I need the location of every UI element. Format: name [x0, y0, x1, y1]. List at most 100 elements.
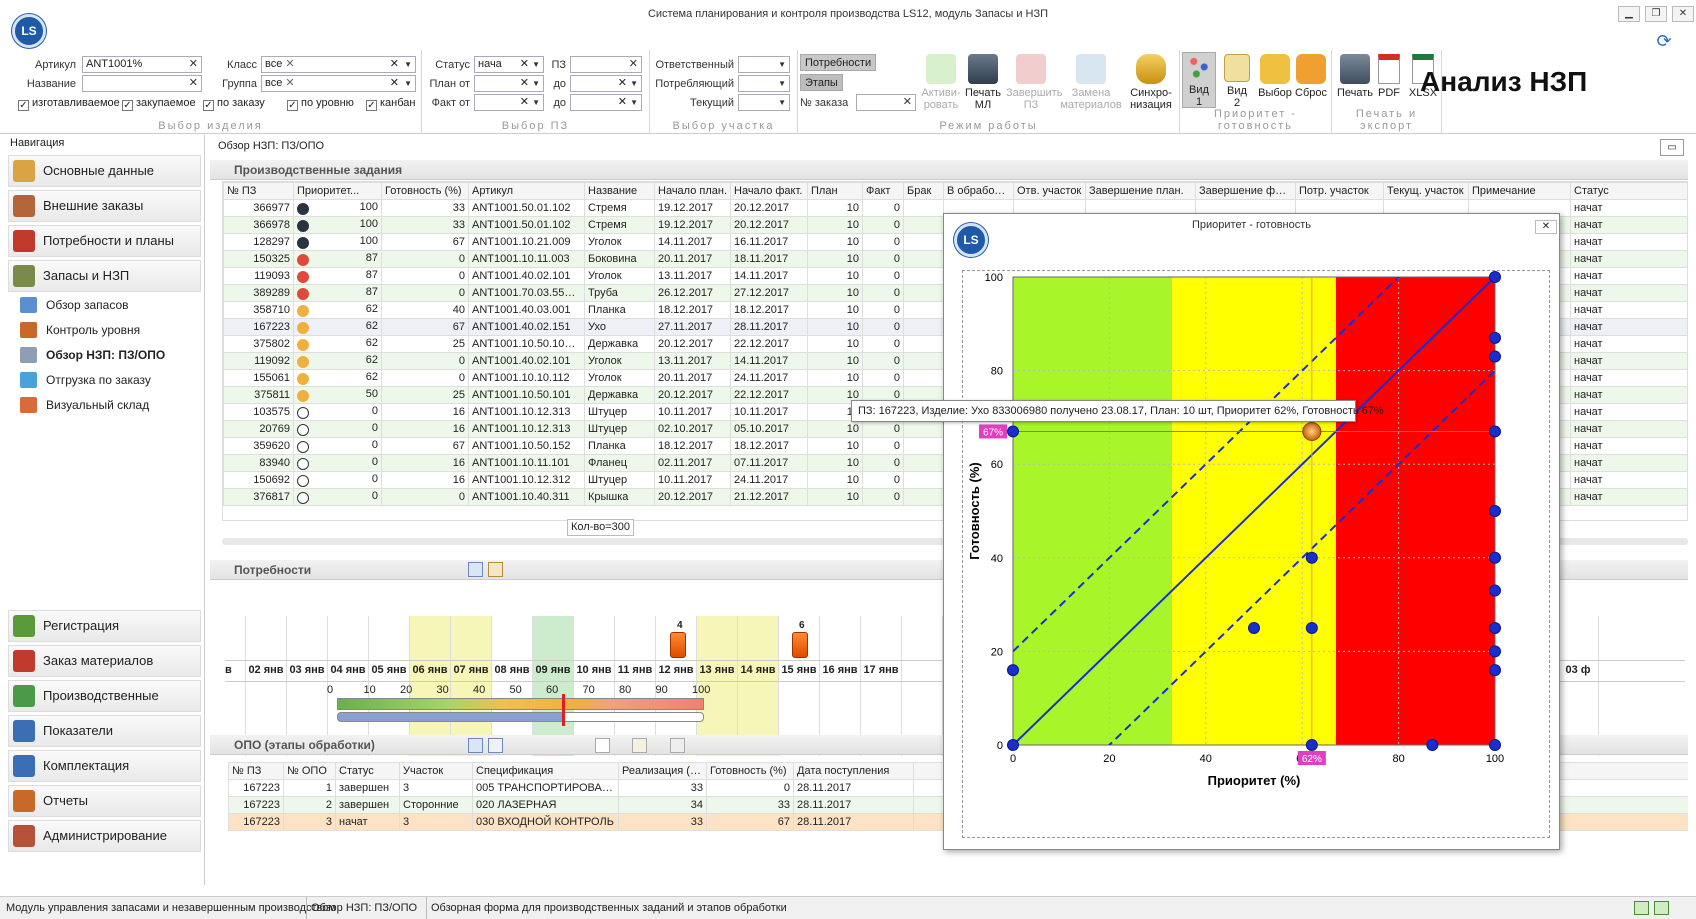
checkbox-by-order[interactable]: ✓ по заказу: [203, 97, 265, 111]
column-header[interactable]: Начало факт.: [730, 182, 808, 200]
nazv-input[interactable]: ✕: [82, 75, 202, 92]
data-point[interactable]: [1489, 425, 1501, 438]
column-header[interactable]: Примечание: [1468, 182, 1571, 200]
column-header[interactable]: Начало план.: [654, 182, 731, 200]
column-header[interactable]: Факт: [862, 182, 904, 200]
maximize-button[interactable]: ❐: [1645, 6, 1667, 22]
data-point[interactable]: [1426, 739, 1439, 751]
clear-icon[interactable]: ✕: [189, 76, 198, 91]
data-point[interactable]: [1489, 664, 1501, 677]
nav-subitem-3[interactable]: Отгрузка по заказу: [20, 368, 200, 392]
finish-pz-button[interactable]: Завершить ПЗ: [1006, 54, 1062, 111]
replace-materials-button[interactable]: Замена материалов: [1060, 54, 1122, 111]
checkbox-manufactured[interactable]: ✓ изготавливаемое: [18, 97, 120, 111]
nav-bottom-item-1[interactable]: Заказ материалов: [8, 645, 201, 677]
nav-bottom-item-3[interactable]: Показатели результативности: [8, 715, 201, 768]
artikul-input[interactable]: ANT1001% ✕: [82, 56, 202, 73]
current-select[interactable]: ▼: [738, 94, 790, 111]
data-point[interactable]: [1007, 739, 1019, 751]
nav-bottom-item-5[interactable]: Отчеты: [8, 785, 201, 817]
column-header[interactable]: Брак: [903, 182, 944, 200]
column-header[interactable]: Потр. участок: [1295, 182, 1384, 200]
checkbox-purchased[interactable]: ✓ закупаемое: [122, 97, 196, 111]
data-point[interactable]: [1489, 271, 1501, 283]
edit-icon[interactable]: [632, 738, 647, 753]
nav-item-1[interactable]: Внешние заказы: [8, 190, 201, 222]
column-header[interactable]: Отв. участок: [1013, 182, 1086, 200]
nav-subitem-0[interactable]: Обзор запасов: [20, 293, 200, 317]
column-header[interactable]: № ОПО: [283, 762, 336, 780]
column-header[interactable]: Завершение факт.: [1195, 182, 1296, 200]
column-header[interactable]: Реализация (%): [618, 762, 707, 780]
column-header[interactable]: План: [807, 182, 863, 200]
column-header[interactable]: № ПЗ: [228, 762, 284, 780]
data-point[interactable]: [1305, 739, 1318, 751]
highlighted-point[interactable]: [1302, 421, 1322, 441]
data-point[interactable]: [1007, 425, 1019, 438]
column-header[interactable]: Приоритет...: [293, 182, 382, 200]
data-point[interactable]: [1489, 551, 1501, 564]
nav-bottom-item-2[interactable]: Производственные участки: [8, 680, 201, 733]
need-marker-icon[interactable]: [792, 632, 808, 658]
column-header[interactable]: Участок: [399, 762, 473, 780]
need-marker-icon[interactable]: [670, 632, 686, 658]
checkbox-kanban[interactable]: ✓ канбан: [366, 97, 416, 111]
select-button[interactable]: Выбор: [1256, 54, 1294, 99]
reset-button[interactable]: Сброс: [1292, 54, 1330, 99]
chart-view-icon[interactable]: [488, 562, 503, 577]
checkbox-by-level[interactable]: ✓ по уровню: [287, 97, 354, 111]
clear-icon[interactable]: ✕: [390, 57, 399, 72]
fact-from-input[interactable]: ✕ ▼: [474, 94, 544, 111]
column-header[interactable]: Статус: [1570, 182, 1687, 200]
view2-button[interactable]: Вид 2: [1220, 54, 1254, 109]
delete-icon[interactable]: [670, 738, 685, 753]
sync-button[interactable]: Синхро- низация: [1126, 54, 1176, 111]
gruppa-select[interactable]: все ✕ ✕ ▼: [261, 75, 416, 92]
nav-bottom-item-4[interactable]: Комплектация: [8, 750, 201, 782]
data-point[interactable]: [1489, 584, 1501, 597]
chevron-down-icon[interactable]: ▼: [404, 76, 412, 91]
column-header[interactable]: Спецификация: [472, 762, 619, 780]
clear-icon[interactable]: ✕: [390, 76, 399, 91]
data-point[interactable]: [1248, 622, 1260, 634]
klass-select[interactable]: все ✕ ✕ ▼: [261, 56, 416, 73]
refresh-icon[interactable]: ⟳: [1652, 30, 1676, 52]
new-icon[interactable]: [595, 738, 610, 753]
data-point[interactable]: [1007, 664, 1019, 677]
pz-input[interactable]: ✕: [570, 56, 642, 73]
plan-from-input[interactable]: ✕ ▼: [474, 75, 544, 92]
column-header[interactable]: Готовность (%): [706, 762, 794, 780]
table-view-icon[interactable]: [468, 562, 483, 577]
close-icon[interactable]: ✕: [1535, 220, 1557, 234]
fact-to-input[interactable]: ✕ ▼: [570, 94, 642, 111]
status-select[interactable]: нача ✕ ▼: [474, 56, 544, 73]
nav-subitem-1[interactable]: Контроль уровня: [20, 318, 200, 342]
column-header[interactable]: Артикул: [468, 182, 585, 200]
priority-readiness-chart[interactable]: 02040608010002040608010062%67%Приоритет …: [963, 271, 1551, 839]
column-header[interactable]: Готовность (%): [381, 182, 469, 200]
nav-bottom-item-0[interactable]: Регистрация: [8, 610, 201, 642]
column-header[interactable]: № ПЗ: [223, 182, 294, 200]
grid-view-icon[interactable]: [488, 738, 503, 753]
print-ml-button[interactable]: Печать МЛ: [962, 54, 1004, 111]
data-point[interactable]: [1489, 505, 1501, 517]
nav-item-3[interactable]: Запасы и НЗП: [8, 260, 201, 292]
nav-subitem-2[interactable]: Обзор НЗП: ПЗ/ОПО: [20, 343, 200, 367]
nav-subitem-4[interactable]: Визуальный склад: [20, 393, 200, 417]
pdf-button[interactable]: PDF: [1372, 54, 1406, 99]
data-point[interactable]: [1489, 739, 1501, 751]
nav-item-2[interactable]: Потребности и планы: [8, 225, 201, 257]
data-point[interactable]: [1305, 622, 1318, 634]
nav-bottom-item-6[interactable]: Администрирование: [8, 820, 201, 852]
column-header[interactable]: Название: [584, 182, 655, 200]
column-header[interactable]: Текущ. участок: [1383, 182, 1469, 200]
clear-icon[interactable]: ✕: [189, 57, 198, 72]
nav-item-0[interactable]: Основные данные: [8, 155, 201, 187]
layout-icon[interactable]: [1634, 901, 1649, 915]
mode-stages-button[interactable]: Этапы: [800, 74, 843, 91]
minimize-button[interactable]: ▁: [1618, 6, 1640, 22]
column-header[interactable]: Статус: [335, 762, 400, 780]
data-point[interactable]: [1305, 551, 1318, 564]
chevron-down-icon[interactable]: ▼: [404, 57, 412, 72]
consumer-select[interactable]: ▼: [738, 75, 790, 92]
